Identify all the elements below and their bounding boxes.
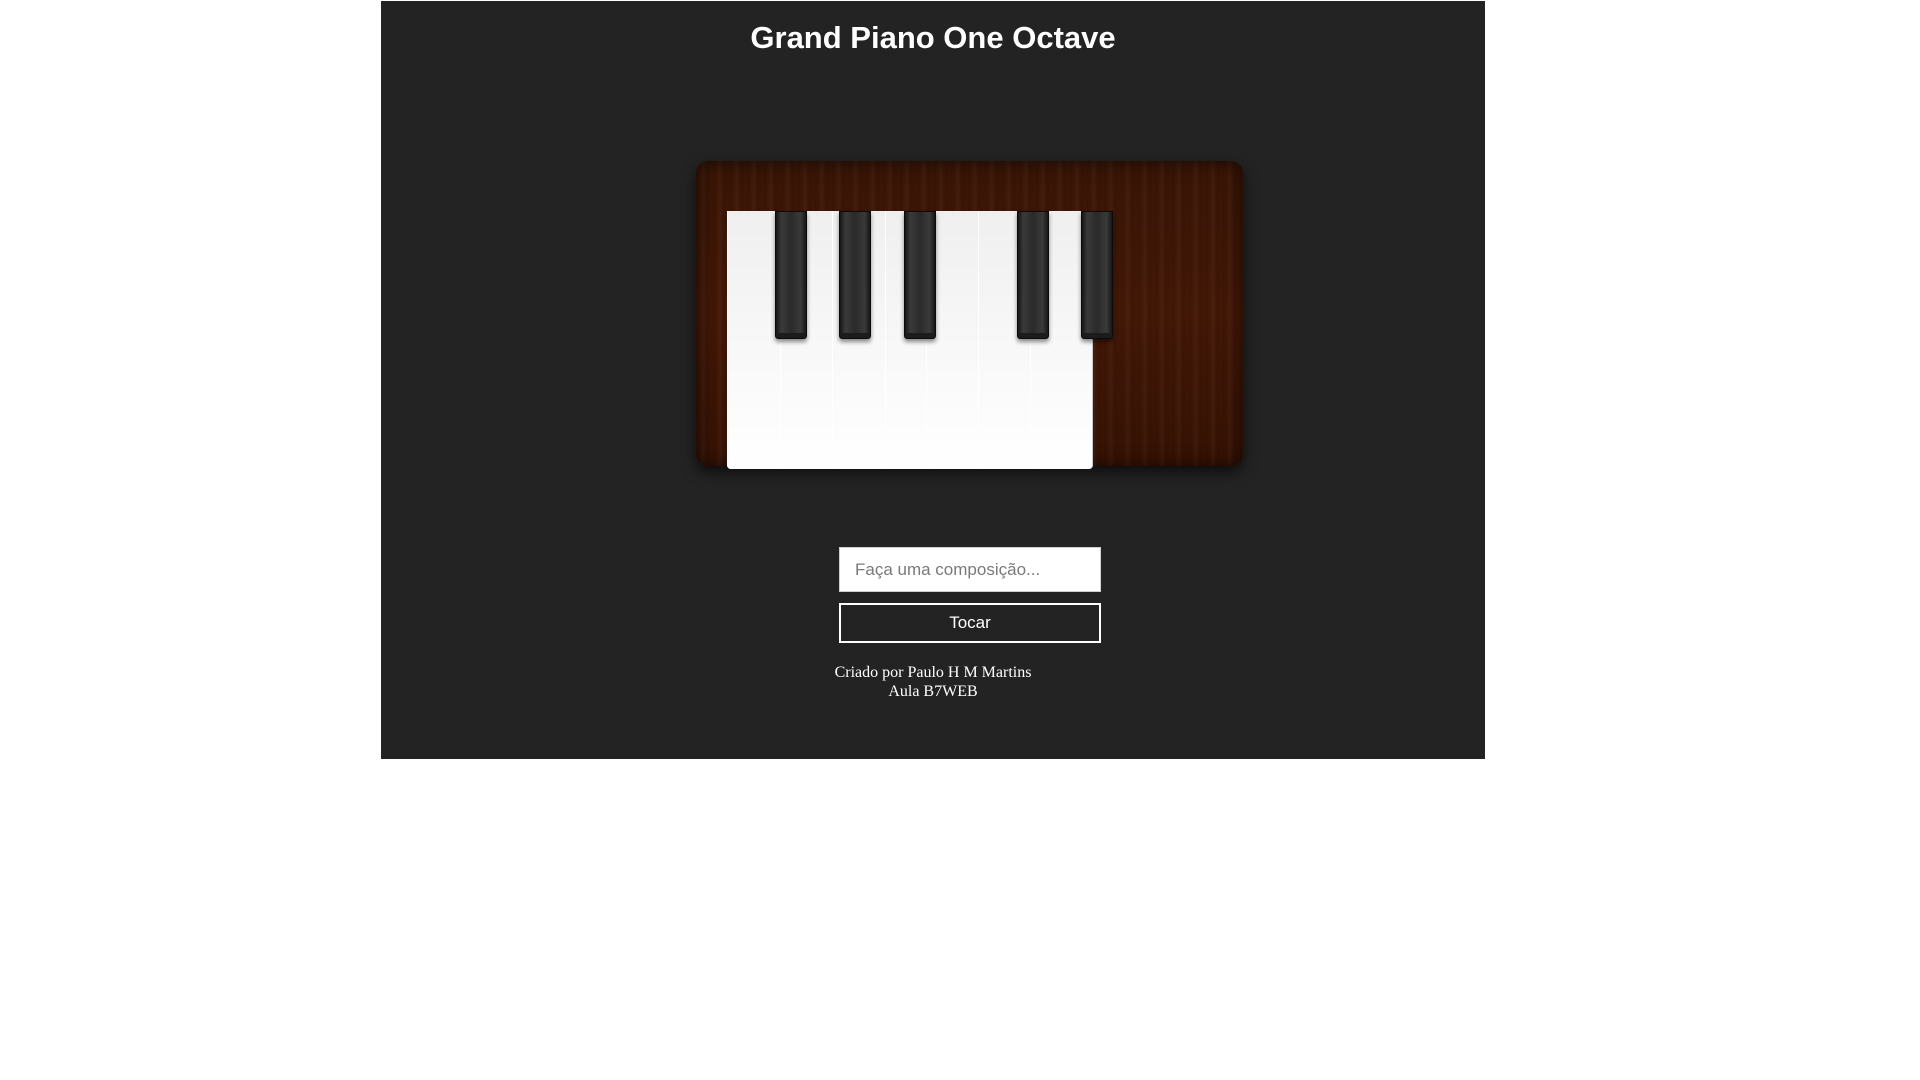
piano-keyboard (727, 211, 1163, 469)
piano-app: Grand Piano One Octave Tocar Criado por … (381, 1, 1485, 759)
composition-input[interactable] (839, 547, 1101, 592)
black-key-d-sharp[interactable] (839, 211, 871, 339)
black-key-c-sharp[interactable] (775, 211, 807, 339)
author-credit: Criado por Paulo H M Martins (834, 664, 1032, 681)
course-credit: Aula B7WEB (888, 683, 978, 700)
page-title: Grand Piano One Octave (750, 20, 1116, 55)
black-key-a-sharp[interactable] (1081, 211, 1113, 339)
credits: Criado por Paulo H M Martins Aula B7WEB (381, 663, 1485, 701)
black-key-f-sharp[interactable] (904, 211, 936, 339)
play-button[interactable]: Tocar (839, 603, 1101, 643)
black-key-g-sharp[interactable] (1017, 211, 1049, 339)
